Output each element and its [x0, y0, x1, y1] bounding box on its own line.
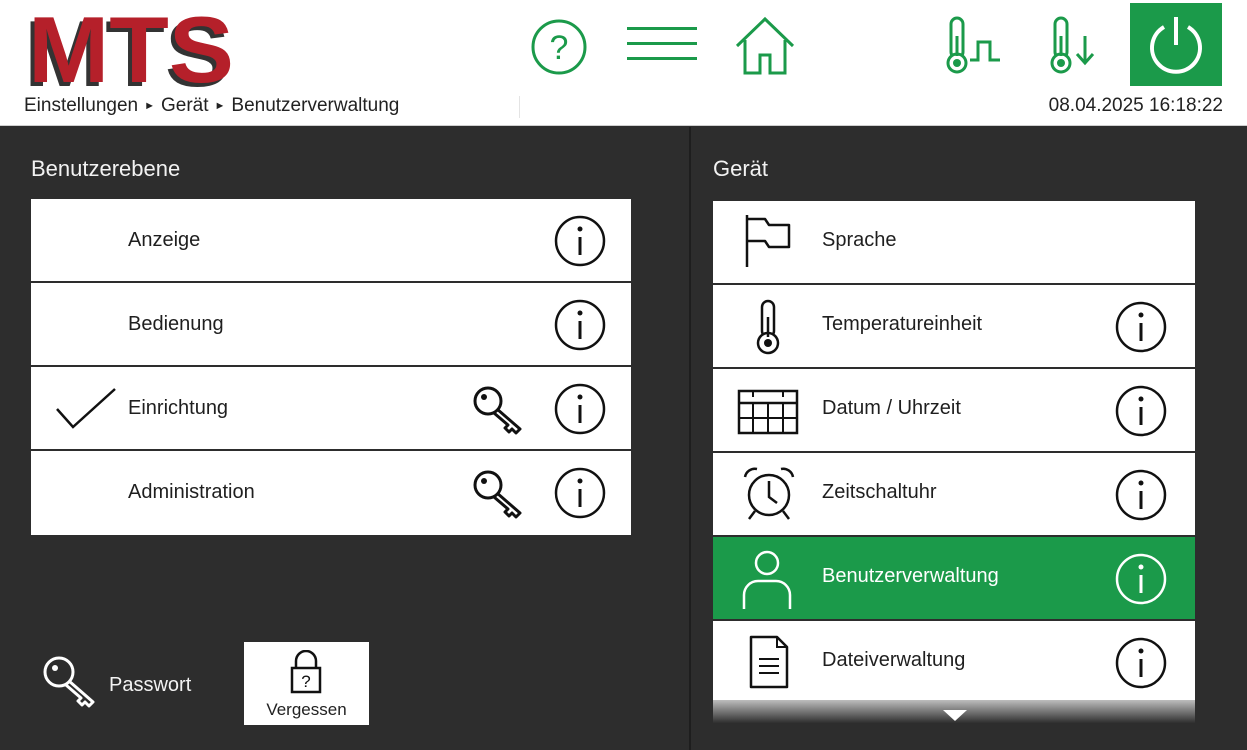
- list-item-label: Datum / Uhrzeit: [822, 397, 961, 419]
- temperature-down-icon[interactable]: [1046, 14, 1102, 76]
- header-divider: [519, 96, 520, 118]
- device-title: Gerät: [713, 156, 769, 181]
- device-item-temperatureinheit[interactable]: Temperatureinheit: [713, 285, 1195, 369]
- device-settings-list: Sprache Temperatureinheit Datum / Uhrzei…: [713, 201, 1195, 723]
- user-icon: [742, 550, 792, 609]
- info-icon[interactable]: [1115, 469, 1167, 521]
- datetime-display: 08.04.2025 16:18:22: [1048, 95, 1223, 116]
- info-icon[interactable]: [554, 467, 606, 519]
- info-icon[interactable]: [1115, 553, 1167, 605]
- device-item-datum-uhrzeit[interactable]: Datum / Uhrzeit: [713, 369, 1195, 453]
- document-icon: [749, 635, 789, 689]
- thermometer-icon: [756, 299, 780, 355]
- svg-text:?: ?: [301, 672, 310, 691]
- info-icon[interactable]: [554, 299, 606, 351]
- list-item-label: Benutzerverwaltung: [822, 565, 999, 587]
- info-icon[interactable]: [554, 383, 606, 435]
- info-icon[interactable]: [554, 215, 606, 267]
- alarm-clock-icon: [743, 467, 795, 520]
- list-item-label: Anzeige: [128, 229, 201, 251]
- key-icon: [473, 470, 522, 519]
- user-level-list: Anzeige Bedienung Einrichtung Administra…: [31, 199, 631, 535]
- list-item-label: Dateiverwaltung: [822, 649, 966, 671]
- power-icon: [1150, 17, 1202, 74]
- header-bar: MTS MTS Einstellungen ► Gerät ► Benutzerverw…: [0, 0, 1247, 126]
- forgot-label: Vergessen: [266, 700, 347, 719]
- password-label[interactable]: Passwort: [109, 674, 191, 697]
- device-item-dateiverwaltung[interactable]: Dateiverwaltung: [713, 621, 1195, 705]
- flag-icon: [745, 215, 791, 267]
- info-icon[interactable]: [1115, 385, 1167, 437]
- forgot-password-button[interactable]: ? Vergessen: [244, 642, 369, 725]
- key-icon: [473, 386, 522, 435]
- breadcrumb-separator: ►: [144, 100, 155, 112]
- user-level-item-anzeige[interactable]: Anzeige: [31, 199, 631, 283]
- list-item-label: Bedienung: [128, 313, 224, 335]
- info-icon[interactable]: [1115, 637, 1167, 689]
- info-icon[interactable]: [1115, 301, 1167, 353]
- list-item-label: Einrichtung: [128, 397, 229, 419]
- panel-divider: [689, 127, 691, 750]
- svg-text:?: ?: [550, 29, 569, 67]
- list-item-label: Sprache: [822, 229, 897, 251]
- breadcrumb-item-geraet[interactable]: Gerät: [161, 95, 209, 116]
- svg-text:MTS: MTS: [28, 6, 234, 94]
- user-level-item-bedienung[interactable]: Bedienung: [31, 283, 631, 367]
- checkmark-icon: [56, 388, 116, 429]
- menu-icon[interactable]: [627, 24, 697, 64]
- user-level-item-einrichtung[interactable]: Einrichtung: [31, 367, 631, 451]
- breadcrumb: Einstellungen ► Gerät ► Benutzerverwaltung: [24, 95, 399, 117]
- password-key-icon[interactable]: [42, 655, 98, 711]
- device-item-sprache[interactable]: Sprache: [713, 201, 1195, 285]
- breadcrumb-item-einstellungen[interactable]: Einstellungen: [24, 95, 138, 116]
- device-item-benutzerverwaltung[interactable]: Benutzerverwaltung: [713, 537, 1195, 621]
- help-icon[interactable]: ?: [530, 18, 588, 76]
- breadcrumb-item-benutzerverwaltung: Benutzerverwaltung: [231, 95, 400, 116]
- lock-question-icon: ?: [290, 650, 322, 694]
- calendar-icon: [737, 389, 799, 435]
- scroll-down-arrow-icon[interactable]: [943, 710, 967, 721]
- user-level-title: Benutzerebene: [31, 156, 181, 181]
- power-button[interactable]: [1130, 3, 1222, 86]
- mts-logo: MTS MTS: [24, 6, 234, 94]
- list-item-label: Administration: [128, 481, 255, 503]
- device-item-zeitschaltuhr[interactable]: Zeitschaltuhr: [713, 453, 1195, 537]
- list-item-label: Temperatureinheit: [822, 313, 983, 335]
- breadcrumb-separator: ►: [214, 100, 226, 112]
- home-icon[interactable]: [734, 15, 796, 77]
- temperature-program-icon[interactable]: [942, 14, 1004, 76]
- user-level-item-administration[interactable]: Administration: [31, 451, 631, 535]
- list-item-label: Zeitschaltuhr: [822, 481, 937, 503]
